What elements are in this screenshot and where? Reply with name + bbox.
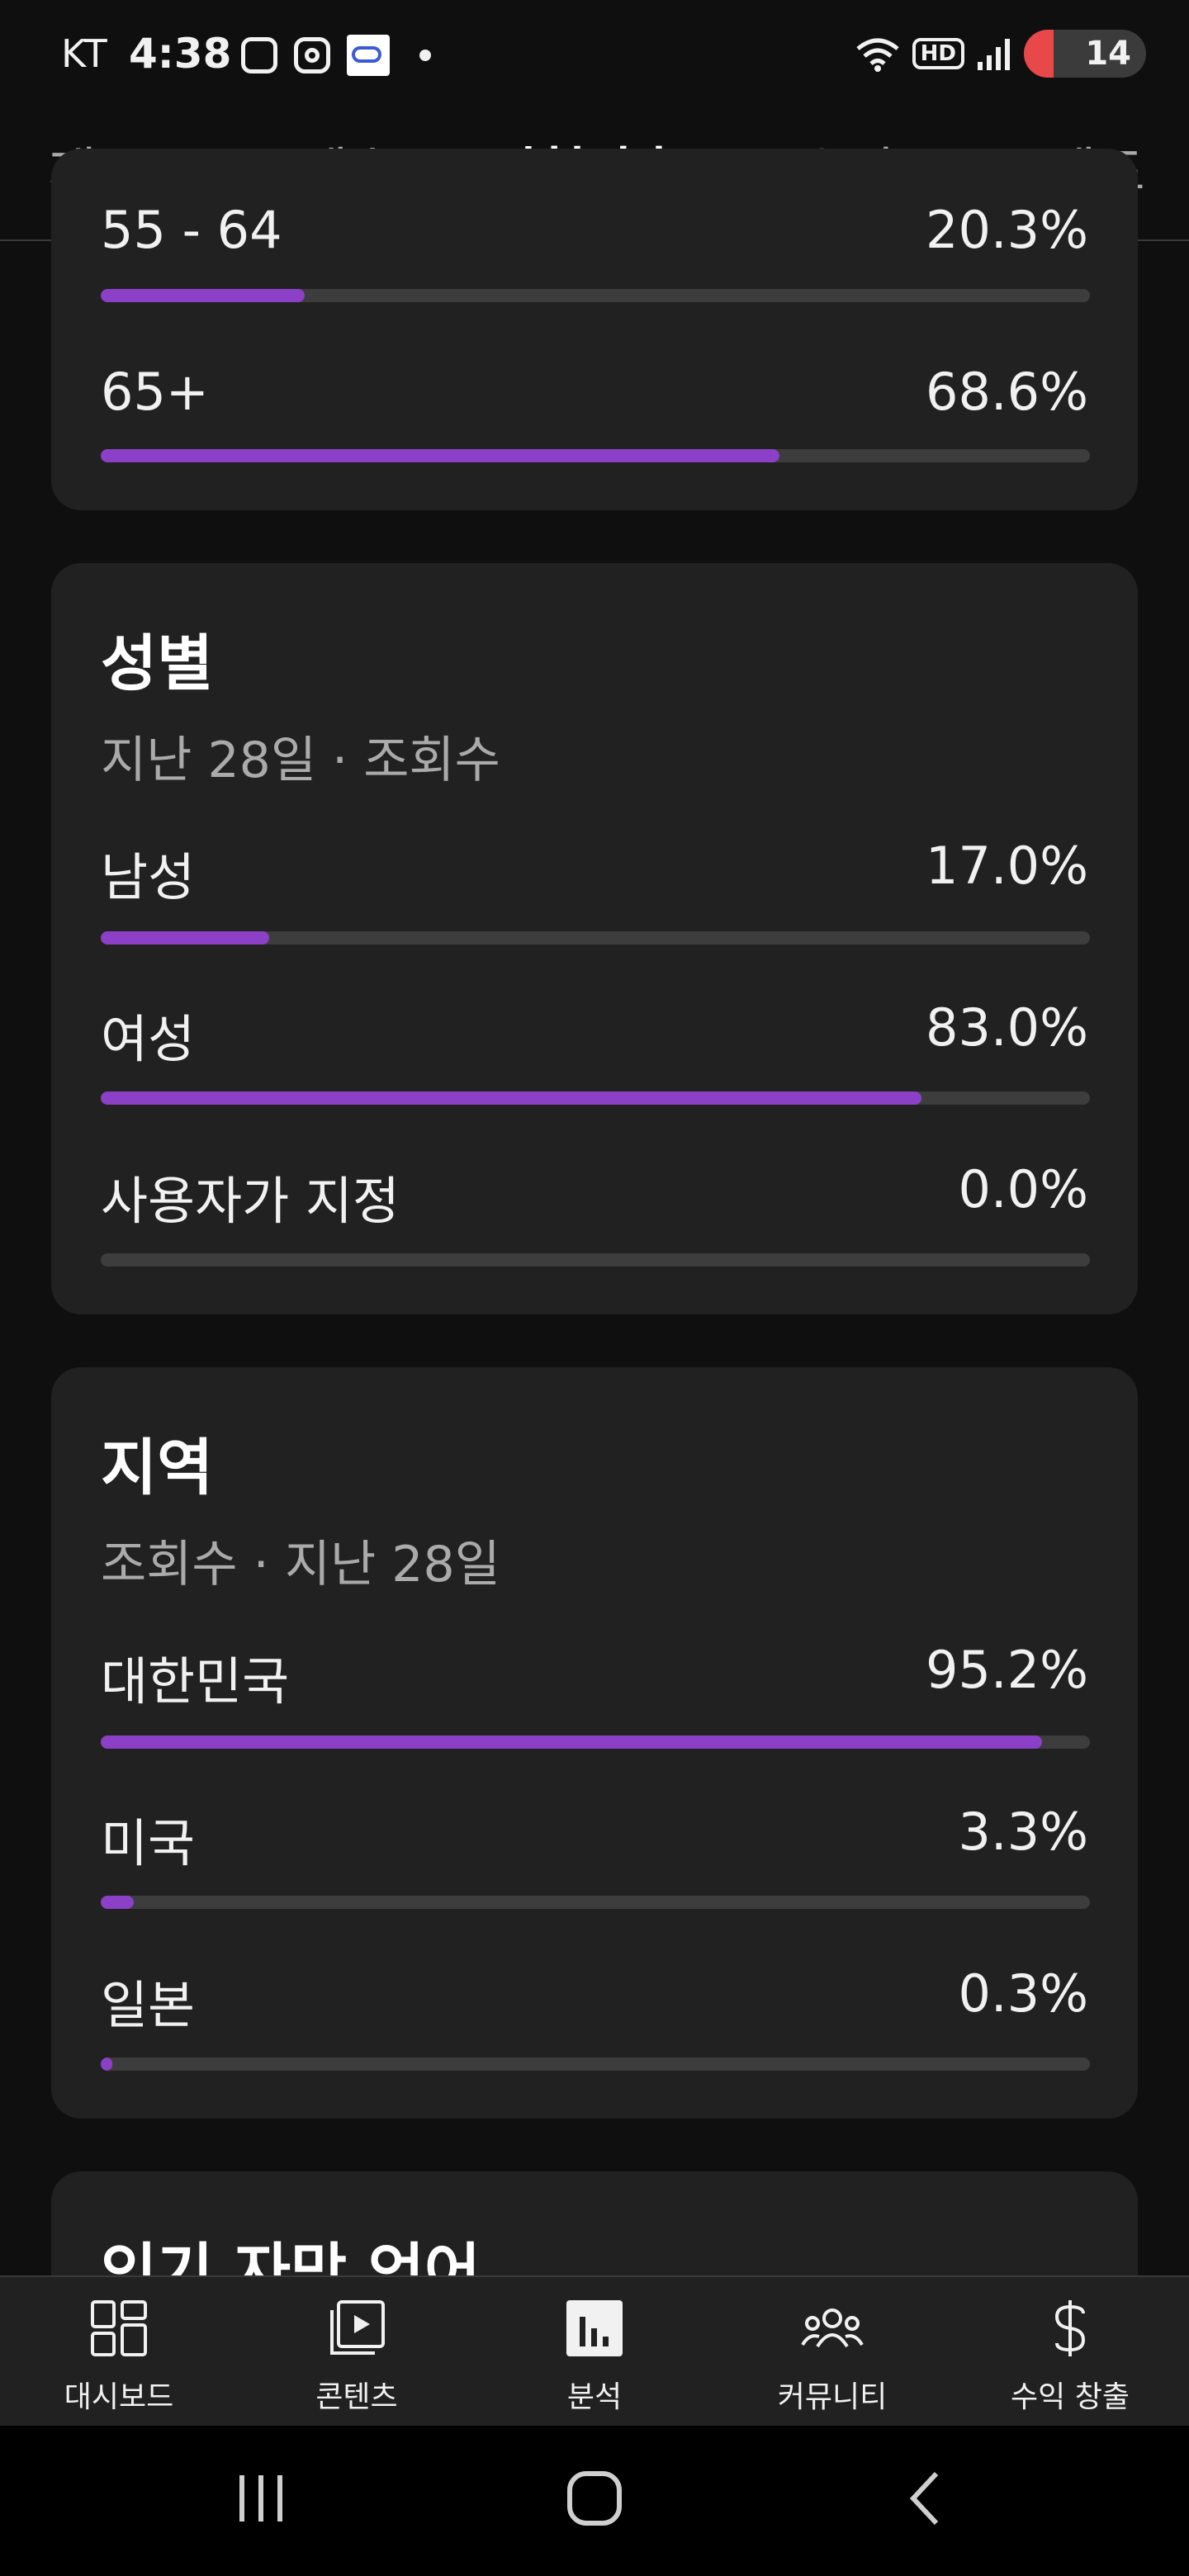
back-icon[interactable] xyxy=(905,2469,945,2528)
recent-apps-icon[interactable] xyxy=(234,2469,287,2528)
region-bar-fill xyxy=(101,1896,134,1909)
signal-icon xyxy=(978,39,1010,70)
battery-level: 14 xyxy=(1085,35,1131,73)
gender-row-label: 사용자가 지정 xyxy=(101,1171,400,1231)
nav-label: 대시보드 xyxy=(64,2380,174,2414)
age-row-label: 55 - 64 xyxy=(101,200,282,260)
battery-indicator: 14 xyxy=(1024,30,1146,78)
region-bar-track xyxy=(101,2057,1090,2071)
age-row-value: 20.3% xyxy=(926,200,1088,260)
nav-dashboard[interactable]: 대시보드 xyxy=(12,2295,226,2416)
hd-voice-icon: HD xyxy=(912,38,964,69)
region-row-label: 미국 xyxy=(101,1813,196,1873)
gender-row-value: 0.0% xyxy=(958,1159,1088,1219)
region-row-label: 대한민국 xyxy=(101,1651,290,1712)
analytics-icon xyxy=(566,2300,623,2356)
gender-bar-fill xyxy=(101,931,269,945)
nav-content[interactable]: 콘텐츠 xyxy=(249,2295,464,2416)
age-card: 55 - 64 20.3% 65+ 68.6% xyxy=(51,149,1138,510)
card-subtitle: 지난 28일 · 조회수 xyxy=(101,732,500,789)
instagram-icon xyxy=(294,37,330,73)
clock: 4:38 xyxy=(129,30,232,78)
more-notifications-dot-icon xyxy=(419,50,431,61)
card-title: 성별 xyxy=(101,628,214,699)
nav-label: 수익 창출 xyxy=(1011,2380,1130,2414)
age-row-label: 65+ xyxy=(101,362,209,422)
nav-community[interactable]: 커뮤니티 xyxy=(725,2295,940,2416)
nav-label: 콘텐츠 xyxy=(315,2380,398,2414)
nav-label: 커뮤니티 xyxy=(777,2380,888,2414)
gender-bar-track xyxy=(101,1091,1090,1105)
carrier-label: KT xyxy=(61,31,108,76)
dollar-icon xyxy=(1054,2300,1086,2356)
age-bar-track xyxy=(101,449,1090,462)
home-icon[interactable] xyxy=(565,2469,624,2528)
card-subtitle: 조회수 · 지난 28일 xyxy=(101,1536,500,1593)
gender-bar-fill xyxy=(101,1091,922,1105)
region-row-label: 일본 xyxy=(101,1975,196,2035)
region-bar-track xyxy=(101,1896,1090,1909)
age-bar-fill xyxy=(101,449,779,462)
region-bar-fill xyxy=(101,1735,1043,1749)
region-bar-track xyxy=(101,1735,1090,1749)
bottom-navigation: 대시보드 콘텐츠 분석 커뮤니티 수익 창출 xyxy=(0,2275,1189,2426)
card-title: 지역 xyxy=(101,1432,214,1503)
screenshot-icon xyxy=(241,37,277,73)
content-icon xyxy=(330,2300,385,2355)
gender-row-value: 83.0% xyxy=(926,997,1088,1058)
gender-row-value: 17.0% xyxy=(926,836,1088,896)
nav-analytics[interactable]: 분석 xyxy=(487,2295,702,2416)
app-notification-icon xyxy=(347,35,390,76)
gender-bar-track xyxy=(101,1253,1090,1267)
age-bar-track xyxy=(101,289,1090,302)
status-bar: KT 4:38 HD 14 xyxy=(0,0,1189,109)
region-bar-fill xyxy=(101,2057,113,2071)
region-row-value: 0.3% xyxy=(958,1963,1088,2024)
age-row-value: 68.6% xyxy=(926,362,1088,422)
gender-card: 성별 지난 28일 · 조회수 남성 17.0% 여성 83.0% 사용자가 지… xyxy=(51,563,1138,1314)
gender-row-label: 남성 xyxy=(101,847,196,907)
dashboard-icon xyxy=(91,2300,147,2356)
age-bar-fill xyxy=(101,289,305,302)
gender-bar-track xyxy=(101,931,1090,945)
region-row-value: 3.3% xyxy=(958,1802,1088,1862)
gender-row-label: 여성 xyxy=(101,1009,196,1069)
region-row-value: 95.2% xyxy=(926,1640,1088,1700)
region-card: 지역 조회수 · 지난 28일 대한민국 95.2% 미국 3.3% 일본 0.… xyxy=(51,1367,1138,2119)
wifi-icon xyxy=(856,38,899,72)
system-navigation-bar xyxy=(0,2426,1189,2576)
community-icon xyxy=(801,2308,864,2348)
nav-monetization[interactable]: 수익 창출 xyxy=(963,2295,1177,2416)
nav-label: 분석 xyxy=(566,2380,623,2414)
